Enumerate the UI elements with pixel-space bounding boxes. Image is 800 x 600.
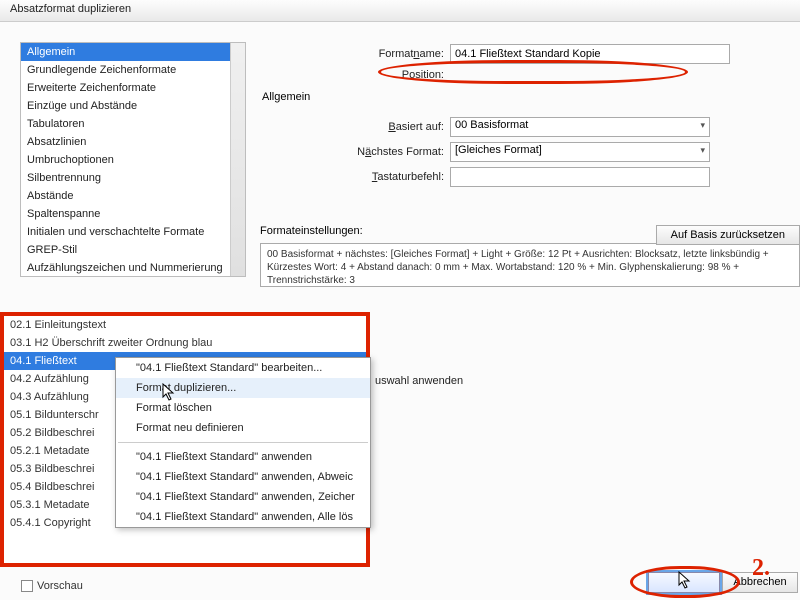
menu-apply[interactable]: "04.1 Fließtext Standard" anwenden <box>116 447 370 467</box>
general-form: Formatname: Position: Allgemein Basiert … <box>260 44 798 192</box>
menu-duplicate-style[interactable]: Format duplizieren... <box>116 378 370 398</box>
basedon-select[interactable]: 00 Basisformat <box>450 117 710 137</box>
format-settings: Formateinstellungen: Auf Basis zurückset… <box>260 225 800 287</box>
category-list[interactable]: Allgemein Grundlegende Zeichenformate Er… <box>20 42 246 277</box>
menu-delete-style[interactable]: Format löschen <box>116 398 370 418</box>
style-item[interactable]: 02.1 Einleitungstext <box>4 316 366 334</box>
category-item[interactable]: GREP-Stil <box>21 241 245 259</box>
ok-button[interactable] <box>648 572 720 593</box>
category-item[interactable]: Umbruchoptionen <box>21 151 245 169</box>
category-item[interactable]: Erweiterte Zeichenformate <box>21 79 245 97</box>
category-item[interactable]: Silbentrennung <box>21 169 245 187</box>
category-item[interactable]: Spaltenspanne <box>21 205 245 223</box>
menu-apply-all[interactable]: "04.1 Fließtext Standard" anwenden, Alle… <box>116 507 370 527</box>
dialog-body: Allgemein Grundlegende Zeichenformate Er… <box>0 22 800 600</box>
nextformat-label: Nächstes Format: <box>260 146 450 158</box>
position-label: Position: <box>260 69 450 81</box>
basedon-label: Basiert auf: <box>260 121 450 133</box>
checkbox-icon[interactable] <box>21 580 33 592</box>
menu-apply-overrides[interactable]: "04.1 Fließtext Standard" anwenden, Abwe… <box>116 467 370 487</box>
category-item[interactable]: Aufzählungszeichen und Nummerierung <box>21 259 245 277</box>
cancel-button[interactable]: Abbrechen <box>722 572 798 593</box>
formatname-label: Formatname: <box>260 48 450 60</box>
nextformat-select[interactable]: [Gleiches Format] <box>450 142 710 162</box>
category-item[interactable]: Allgemein <box>21 43 245 61</box>
preview-label: Vorschau <box>37 580 83 592</box>
category-item[interactable]: Tabulatoren <box>21 115 245 133</box>
reset-button[interactable]: Auf Basis zurücksetzen <box>656 225 800 245</box>
menu-apply-charstyle[interactable]: "04.1 Fließtext Standard" anwenden, Zeic… <box>116 487 370 507</box>
category-item[interactable]: Absatzlinien <box>21 133 245 151</box>
section-heading: Allgemein <box>262 91 798 103</box>
category-item[interactable]: Abstände <box>21 187 245 205</box>
settings-summary: 00 Basisformat + nächstes: [Gleiches For… <box>260 243 800 287</box>
menu-separator <box>118 442 368 443</box>
window-titlebar: Absatzformat duplizieren <box>0 0 800 22</box>
formatname-input[interactable] <box>450 44 730 64</box>
shortcut-label: Tastaturbefehl: <box>260 171 450 183</box>
menu-edit-style[interactable]: "04.1 Fließtext Standard" bearbeiten... <box>116 358 370 378</box>
category-item[interactable]: Grundlegende Zeichenformate <box>21 61 245 79</box>
category-item[interactable]: Initialen und verschachtelte Formate <box>21 223 245 241</box>
menu-redefine-style[interactable]: Format neu definieren <box>116 418 370 438</box>
category-item[interactable]: Einzüge und Abstände <box>21 97 245 115</box>
window-title: Absatzformat duplizieren <box>10 3 131 15</box>
style-item[interactable]: 03.1 H2 Überschrift zweiter Ordnung blau <box>4 334 366 352</box>
shortcut-input[interactable] <box>450 167 710 187</box>
apply-to-selection-label: uswahl anwenden <box>375 375 463 387</box>
context-menu: "04.1 Fließtext Standard" bearbeiten... … <box>115 357 371 528</box>
preview-checkbox[interactable]: Vorschau <box>21 580 83 592</box>
